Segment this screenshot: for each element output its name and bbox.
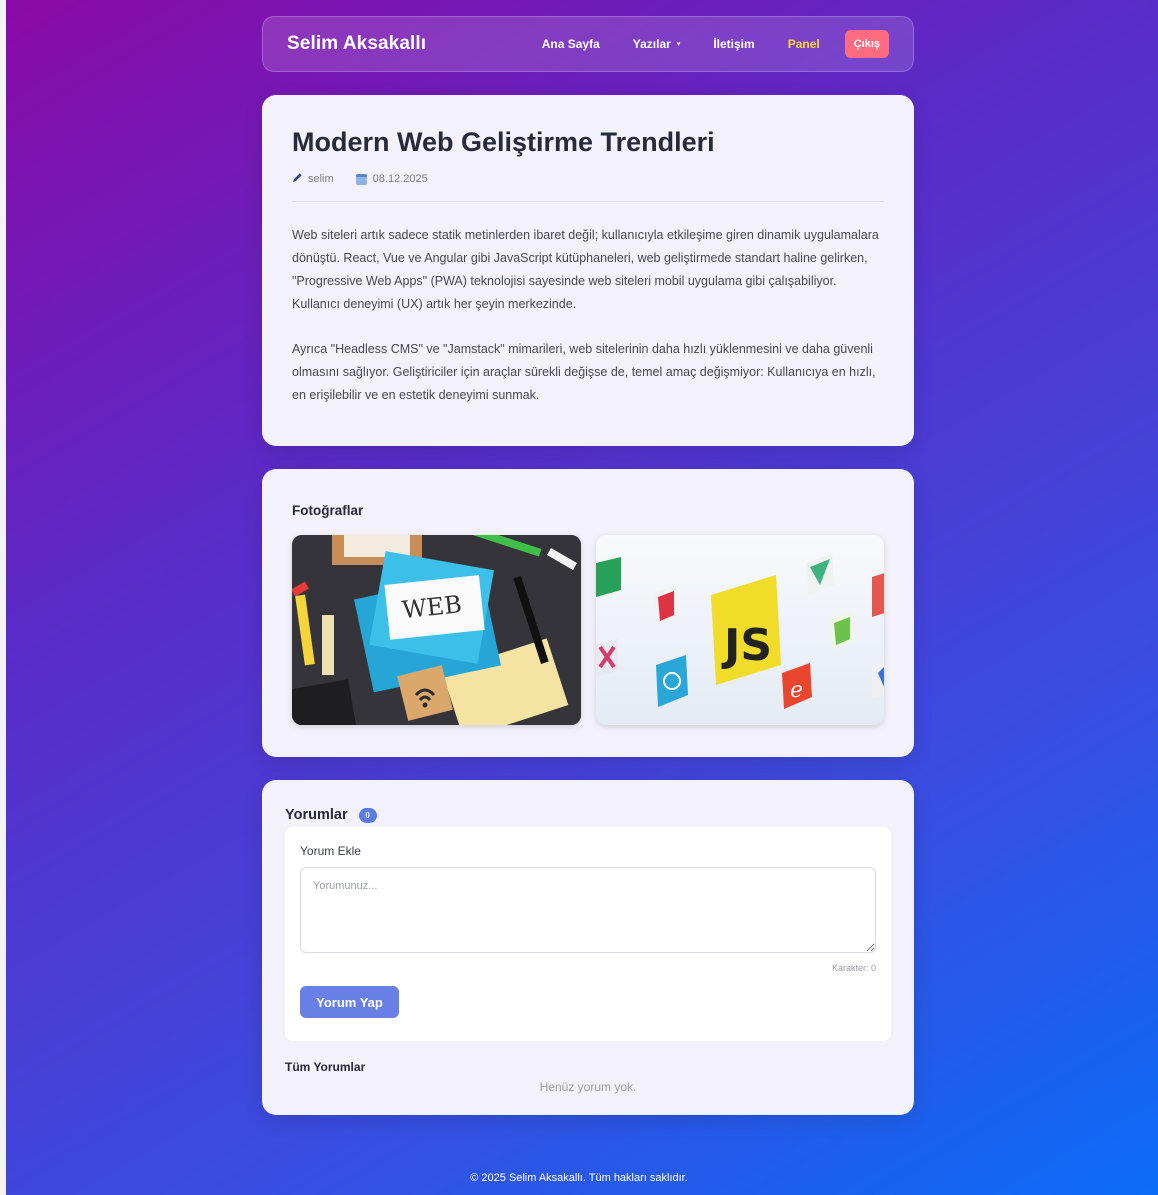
post-date: 08.12.2025 bbox=[372, 173, 428, 185]
brand-logo[interactable]: Selim Aksakallı bbox=[287, 33, 426, 55]
nav-panel-label: Panel bbox=[787, 37, 820, 51]
footer-copyright: © 2025 Selim Aksakallı. Tüm hakları sakl… bbox=[470, 1172, 688, 1184]
photo-web-desk[interactable]: WEB bbox=[292, 535, 581, 725]
nav-panel[interactable]: Panel bbox=[788, 37, 820, 51]
comments-header: Yorumlar 0 bbox=[285, 807, 891, 823]
nav-menu: Ana Sayfa Yazılar ▾ İletişim Panel Çıkış bbox=[509, 30, 889, 58]
pencil-icon bbox=[292, 172, 303, 186]
comments-card: Yorumlar 0 Yorum Ekle Karakter: 0 Yorum … bbox=[262, 780, 914, 1115]
web-desk-illustration: WEB bbox=[292, 535, 581, 725]
nav-home[interactable]: Ana Sayfa bbox=[542, 37, 600, 51]
all-comments-heading: Tüm Yorumlar bbox=[285, 1060, 366, 1074]
article-paragraph-2: Ayrıca "Headless CMS" ve "Jamstack" mima… bbox=[292, 342, 876, 402]
photos-card: Fotoğraflar WEB JS e bbox=[262, 469, 914, 757]
article-card: Modern Web Geliştirme Trendleri selim 08… bbox=[262, 95, 914, 446]
no-comments-text: Henüz yorum yok. bbox=[539, 1080, 637, 1094]
char-count: Karakter: 0 bbox=[831, 963, 876, 973]
submit-comment-button[interactable]: Yorum Yap bbox=[300, 986, 399, 1018]
comment-form-label: Yorum Ekle bbox=[300, 844, 361, 858]
comment-textarea[interactable] bbox=[300, 867, 876, 953]
comment-form: Yorum Ekle Karakter: 0 Yorum Yap bbox=[285, 827, 891, 1041]
nav-posts-label: Yazılar bbox=[632, 37, 671, 51]
js-text: JS bbox=[721, 620, 772, 671]
js-frameworks-illustration: JS e bbox=[595, 553, 884, 709]
photo-grid: WEB JS e bbox=[292, 535, 884, 725]
nav-contact[interactable]: İletişim bbox=[713, 37, 754, 51]
chevron-down-icon: ▾ bbox=[676, 41, 681, 48]
author-meta: selim bbox=[292, 172, 334, 186]
author-name: selim bbox=[308, 173, 334, 185]
nav-posts-dropdown[interactable]: Yazılar ▾ bbox=[633, 37, 681, 51]
article-paragraph-1: Web siteleri artık sadece statik metinle… bbox=[292, 228, 879, 311]
article-meta: selim 08.12.2025 bbox=[292, 172, 884, 202]
logout-button[interactable]: Çıkış bbox=[844, 30, 889, 58]
calendar-icon bbox=[355, 173, 367, 185]
nav-home-label: Ana Sayfa bbox=[541, 37, 600, 51]
article-title: Modern Web Geliştirme Trendleri bbox=[292, 127, 715, 157]
navbar: Selim Aksakallı Ana Sayfa Yazılar ▾ İleti… bbox=[262, 16, 914, 72]
nav-contact-label: İletişim bbox=[713, 37, 755, 51]
comments-heading: Yorumlar bbox=[285, 807, 348, 823]
left-edge bbox=[0, 0, 6, 1195]
photos-heading: Fotoğraflar bbox=[292, 503, 364, 518]
svg-text:e: e bbox=[790, 678, 803, 703]
date-meta: 08.12.2025 bbox=[355, 173, 428, 185]
photo-js-frameworks[interactable]: JS e bbox=[595, 535, 884, 725]
comment-count-badge: 0 bbox=[358, 807, 377, 823]
